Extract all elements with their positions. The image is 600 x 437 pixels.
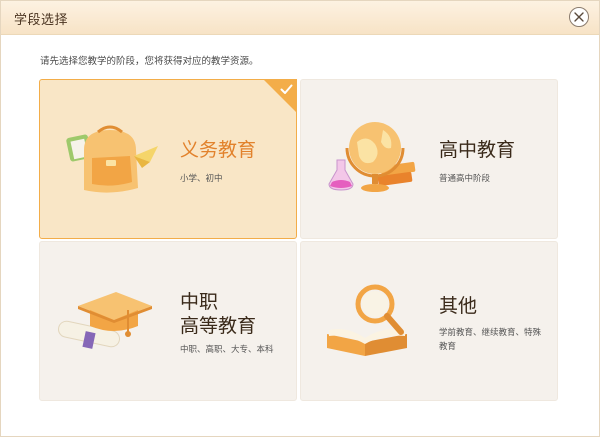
stage-card-subtitle: 中职、高职、大专、本科 xyxy=(180,345,274,355)
close-icon xyxy=(574,12,584,22)
stage-card-title: 中职 高等教育 xyxy=(180,291,257,337)
check-icon xyxy=(280,84,293,94)
stage-card-title: 义务教育 xyxy=(180,139,257,161)
globe-icon xyxy=(328,122,416,192)
stage-card-title: 其他 xyxy=(439,295,478,317)
stage-card-subtitle: 学前教育、继续教育、特殊教育 xyxy=(439,328,542,352)
stage-card-subtitle: 小学、初中 xyxy=(180,174,223,184)
stage-select-dialog: 学段选择 请先选择您教学的阶段，您将获得对应的教学资源。 义务教育 小学、初中 xyxy=(0,0,600,437)
dialog-title: 学段选择 xyxy=(14,13,69,28)
stage-card-compulsory[interactable]: 义务教育 小学、初中 xyxy=(39,79,297,239)
stage-card-title: 高中教育 xyxy=(439,139,516,161)
title-bar: 学段选择 xyxy=(1,1,599,35)
close-button[interactable] xyxy=(569,7,589,27)
stage-card-other[interactable]: 其他 学前教育、继续教育、特殊教育 xyxy=(300,241,558,401)
stage-card-high-school[interactable]: 高中教育 普通高中阶段 xyxy=(300,79,558,239)
backpack-icon xyxy=(66,125,158,193)
stage-card-vocational-higher[interactable]: 中职 高等教育 中职、高职、大专、本科 xyxy=(39,241,297,401)
graduation-cap-icon xyxy=(58,292,152,349)
magnifier-book-icon xyxy=(327,284,407,356)
stage-card-subtitle: 普通高中阶段 xyxy=(439,174,491,184)
instruction-text: 请先选择您教学的阶段，您将获得对应的教学资源。 xyxy=(40,56,259,67)
